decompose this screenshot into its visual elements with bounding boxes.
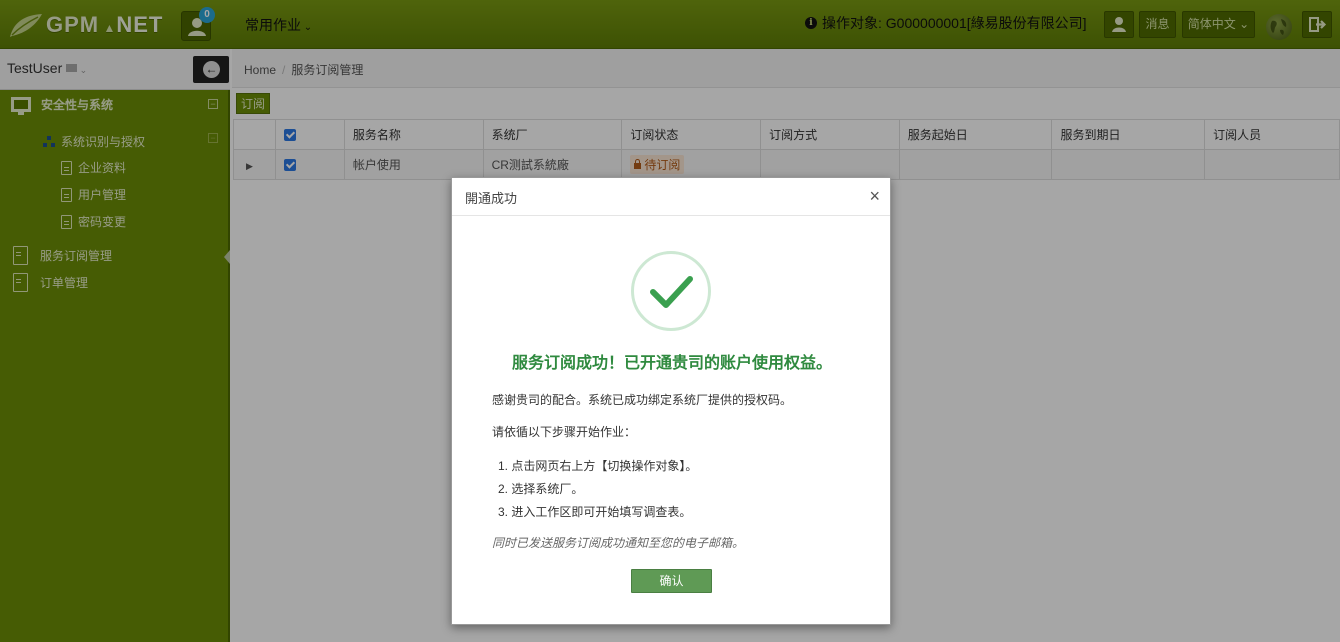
dialog-title: 開通成功 xyxy=(465,191,518,206)
list-item: 2. 选择系统厂。 xyxy=(498,482,584,496)
success-check-icon xyxy=(631,251,711,331)
confirm-button[interactable]: 确认 xyxy=(631,569,712,593)
success-dialog: 開通成功 × 服务订阅成功！已开通贵司的账户使用权益。 感谢贵司的配合。系统已成… xyxy=(451,177,891,625)
email-note: 同时已发送服务订阅成功通知至您的电子邮箱。 xyxy=(492,536,745,550)
close-icon[interactable]: × xyxy=(869,186,880,207)
list-item: 3. 进入工作区即可开始填写调查表。 xyxy=(498,505,692,519)
steps-intro-text: 请依循以下步骤开始作业： xyxy=(492,425,637,439)
list-item: 1. 点击网页右上方【切换操作对象】。 xyxy=(498,459,698,473)
steps-list: 1. 点击网页右上方【切换操作对象】。 2. 选择系统厂。 3. 进入工作区即可… xyxy=(498,455,697,524)
dialog-header: 開通成功 × xyxy=(452,178,890,216)
thanks-text: 感谢贵司的配合。系统已成功绑定系统厂提供的授权码。 xyxy=(492,393,793,407)
success-heading: 服务订阅成功！已开通贵司的账户使用权益。 xyxy=(511,355,832,372)
